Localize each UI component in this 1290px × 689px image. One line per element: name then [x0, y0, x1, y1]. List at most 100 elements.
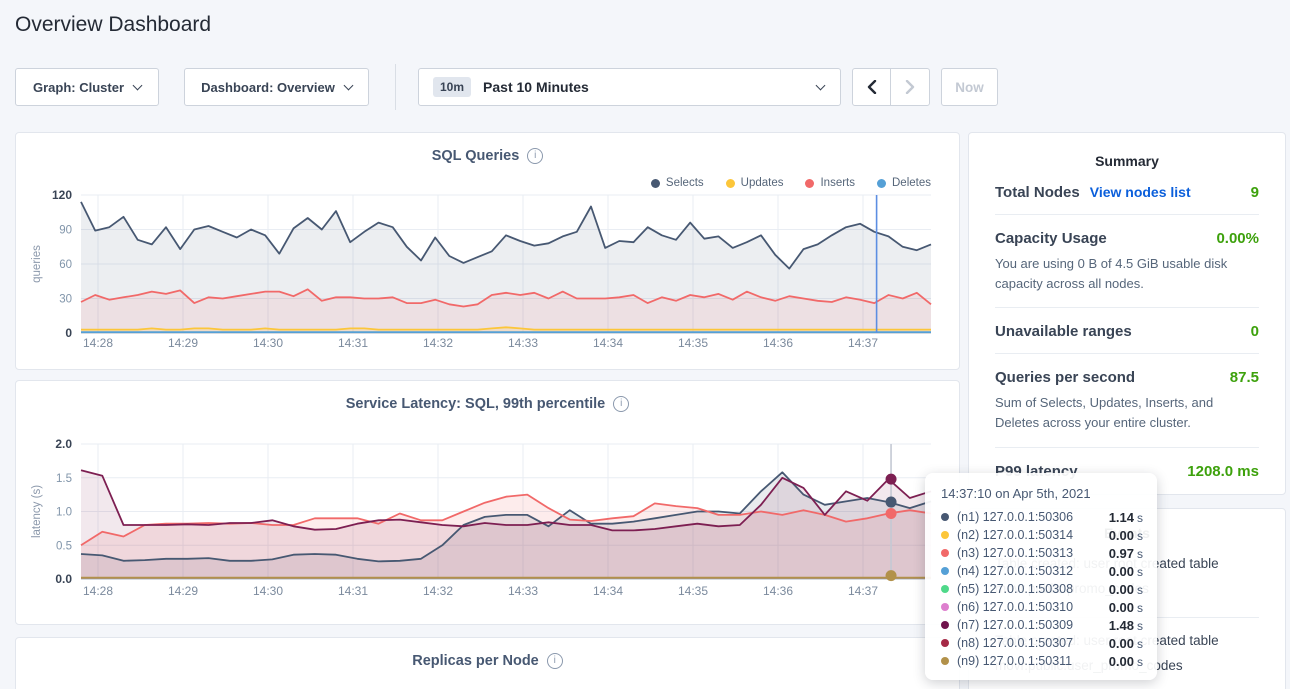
time-range-selector[interactable]: 10m Past 10 Minutes: [418, 68, 841, 106]
x-axis-tick: 14:36: [763, 336, 793, 350]
dashboard-dropdown-label: Dashboard: Overview: [201, 80, 335, 95]
info-icon[interactable]: i: [547, 653, 563, 669]
y-axis-label: queries: [31, 245, 43, 283]
summary-items: Total Nodes View nodes list 9 Capacity Usag…: [995, 169, 1259, 493]
summary-item: Total Nodes View nodes list 9: [995, 169, 1259, 215]
summary-item-desc: Sum of Selects, Updates, Inserts, and De…: [995, 393, 1259, 433]
info-icon[interactable]: i: [527, 148, 543, 164]
node-color-dot: [941, 603, 949, 611]
page-title: Overview Dashboard: [15, 13, 211, 37]
legend-dot: [726, 179, 735, 188]
legend-item-selects[interactable]: Selects: [651, 177, 704, 189]
node-address: (n8) 127.0.0.1:50307: [957, 636, 1109, 650]
x-axis-tick: 14:29: [168, 336, 198, 350]
summary-item: Capacity Usage0.00%You are using 0 B of …: [995, 215, 1259, 308]
node-latency-value: 0.00s: [1109, 636, 1143, 651]
node-latency-unit: s: [1137, 511, 1143, 525]
chevron-down-icon: [343, 80, 353, 90]
dashboard-dropdown[interactable]: Dashboard: Overview: [184, 68, 369, 106]
x-axis-tick: 14:35: [678, 336, 708, 350]
hover-point: [886, 497, 897, 508]
time-range-label: Past 10 Minutes: [483, 79, 807, 95]
node-latency-value: 1.48s: [1109, 618, 1143, 633]
node-color-dot: [941, 531, 949, 539]
x-axis-tick: 14:31: [338, 584, 368, 598]
legend-dot: [877, 179, 886, 188]
chevron-down-icon: [816, 80, 826, 90]
graph-dropdown-label: Graph: Cluster: [33, 80, 124, 95]
x-axis-tick: 14:33: [508, 336, 538, 350]
node-color-dot: [941, 513, 949, 521]
summary-item-value: 0: [1251, 323, 1259, 340]
y-axis-tick: 2.0: [55, 437, 72, 451]
tooltip-node-row: (n3) 127.0.0.1:503130.97s: [941, 544, 1143, 562]
hover-point: [886, 508, 897, 519]
legend-item-updates[interactable]: Updates: [726, 177, 784, 189]
x-axis-tick: 14:34: [593, 584, 623, 598]
tooltip-node-row: (n9) 127.0.0.1:503110.00s: [941, 652, 1143, 670]
x-axis-tick: 14:37: [848, 584, 878, 598]
node-latency-value: 0.00s: [1109, 654, 1143, 669]
summary-item-value: 1208.0 ms: [1187, 463, 1259, 480]
y-axis-label: latency (s): [31, 485, 43, 538]
legend-label: Selects: [666, 177, 704, 189]
x-axis-tick: 14:33: [508, 584, 538, 598]
x-axis-tick: 14:30: [253, 584, 283, 598]
node-address: (n2) 127.0.0.1:50314: [957, 528, 1109, 542]
node-latency-unit: s: [1137, 655, 1143, 669]
node-latency-unit: s: [1137, 637, 1143, 651]
tooltip-node-row: (n1) 127.0.0.1:503061.14s: [941, 508, 1143, 526]
summary-item-desc: You are using 0 B of 4.5 GiB usable disk…: [995, 254, 1259, 294]
node-latency-value: 0.97s: [1109, 546, 1143, 561]
node-address: (n9) 127.0.0.1:50311: [957, 654, 1109, 668]
chevron-down-icon: [133, 80, 143, 90]
sql-queries-chart[interactable]: 030609012014:2814:2914:3014:3114:3214:33…: [16, 189, 961, 359]
time-range-badge: 10m: [433, 77, 471, 97]
x-axis-tick: 14:36: [763, 584, 793, 598]
x-axis-tick: 14:37: [848, 336, 878, 350]
prev-time-button[interactable]: [853, 69, 891, 105]
legend-item-deletes[interactable]: Deletes: [877, 177, 931, 189]
node-latency-value: 0.00s: [1109, 582, 1143, 597]
legend-label: Inserts: [820, 177, 855, 189]
chart-hover-tooltip: 14:37:10 on Apr 5th, 2021 (n1) 127.0.0.1…: [925, 473, 1157, 680]
node-color-dot: [941, 639, 949, 647]
now-button-label: Now: [955, 80, 984, 95]
node-address: (n4) 127.0.0.1:50312: [957, 564, 1109, 578]
sql-queries-title: SQL Queries: [432, 148, 520, 164]
node-latency-value: 0.00s: [1109, 600, 1143, 615]
summary-item-label: Queries per second: [995, 369, 1135, 386]
summary-item-label: Total Nodes: [995, 184, 1080, 201]
x-axis-tick: 14:35: [678, 584, 708, 598]
summary-item: Queries per second87.5Sum of Selects, Up…: [995, 354, 1259, 447]
x-axis-tick: 14:32: [423, 584, 453, 598]
summary-item: Unavailable ranges 0: [995, 308, 1259, 354]
y-axis-tick: 60: [59, 259, 72, 271]
x-axis-tick: 14:34: [593, 336, 623, 350]
summary-title: Summary: [995, 153, 1259, 169]
service-latency-chart[interactable]: 0.00.51.01.52.014:2814:2914:3014:3114:32…: [16, 431, 961, 607]
next-time-button[interactable]: [891, 69, 929, 105]
y-axis-tick: 120: [52, 189, 72, 202]
tooltip-node-row: (n6) 127.0.0.1:503100.00s: [941, 598, 1143, 616]
x-axis-tick: 14:28: [83, 584, 113, 598]
tooltip-rows: (n1) 127.0.0.1:503061.14s (n2) 127.0.0.1:…: [941, 508, 1143, 670]
y-axis-tick: 0: [65, 326, 72, 340]
legend-item-inserts[interactable]: Inserts: [805, 177, 855, 189]
summary-item-label: Unavailable ranges: [995, 323, 1132, 340]
node-latency-value: 0.00s: [1109, 528, 1143, 543]
tooltip-timestamp: 14:37:10 on Apr 5th, 2021: [941, 486, 1143, 501]
node-address: (n3) 127.0.0.1:50313: [957, 546, 1109, 560]
graph-dropdown[interactable]: Graph: Cluster: [15, 68, 159, 106]
y-axis-tick: 90: [59, 225, 72, 237]
now-button[interactable]: Now: [941, 68, 998, 106]
controls-divider: [395, 64, 396, 110]
chevron-left-icon: [866, 80, 878, 94]
hover-point: [886, 474, 897, 485]
node-latency-unit: s: [1137, 601, 1143, 615]
node-latency-unit: s: [1137, 529, 1143, 543]
summary-item-value: 9: [1251, 184, 1259, 201]
node-address: (n1) 127.0.0.1:50306: [957, 510, 1109, 524]
info-icon[interactable]: i: [613, 396, 629, 412]
view-nodes-link[interactable]: View nodes list: [1090, 184, 1191, 200]
